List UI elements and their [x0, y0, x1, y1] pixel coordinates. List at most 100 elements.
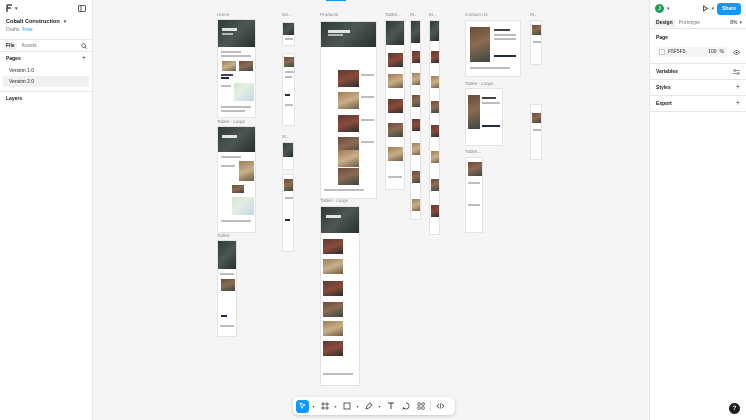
- code-icon: [436, 402, 445, 410]
- frame-label-tablet-2[interactable]: Tablet: [217, 233, 229, 238]
- left-panel-header: ▾: [0, 0, 92, 17]
- frame-mobile-1-long[interactable]: [282, 53, 295, 126]
- chevron-down-icon: ▾: [15, 5, 18, 12]
- frame-label-mobile-3[interactable]: M...: [429, 12, 437, 17]
- selection-indicator: [326, 0, 346, 1]
- frame-products[interactable]: [320, 21, 377, 199]
- fill-opacity[interactable]: 100: [708, 49, 716, 55]
- frame-label-contact[interactable]: Contact Us: [465, 12, 488, 17]
- frame-tablet-large-3[interactable]: [320, 206, 360, 386]
- zoom-level: 8%: [730, 19, 738, 26]
- actions-tool-button[interactable]: [414, 400, 427, 413]
- frame-tablet-large-2[interactable]: [217, 126, 256, 233]
- frame-label-home[interactable]: Home: [217, 12, 229, 17]
- frame-mobile-4-b[interactable]: [530, 104, 542, 160]
- bottom-toolbar: ▾ ▾ ▾ ▾: [293, 397, 455, 415]
- eye-icon[interactable]: [733, 49, 740, 55]
- pen-icon: [364, 402, 372, 410]
- sliders-icon[interactable]: [733, 68, 740, 75]
- chevron-down-icon[interactable]: ▾: [355, 404, 360, 409]
- text-tool-button[interactable]: [384, 400, 397, 413]
- tab-prototype[interactable]: Prototype: [677, 19, 702, 27]
- page-item-version-1[interactable]: Version 1.0: [3, 65, 89, 76]
- actions-icon: [416, 402, 425, 410]
- frame-tablet-2[interactable]: [217, 240, 237, 337]
- project-location-text[interactable]: Drafts: [6, 27, 19, 33]
- frame-icon: [320, 402, 329, 410]
- export-row[interactable]: Export +: [650, 96, 746, 112]
- main-menu-button[interactable]: ▾: [6, 4, 18, 13]
- frame-mobile-2[interactable]: [410, 20, 421, 220]
- frame-tablet-1[interactable]: [385, 20, 405, 190]
- move-tool-button[interactable]: [296, 399, 309, 413]
- project-location: Drafts Free: [6, 27, 86, 33]
- frame-mobile-4[interactable]: [530, 20, 542, 65]
- frame-label-tablet-3[interactable]: Tablet...: [465, 149, 481, 154]
- chevron-down-icon: ▾: [739, 19, 742, 26]
- variables-label: Variables: [656, 68, 678, 75]
- add-style-icon[interactable]: +: [736, 84, 740, 91]
- frame-mobile-3[interactable]: [429, 20, 440, 235]
- frame-mobile-5[interactable]: [282, 142, 294, 170]
- frame-label-tablet-large-2[interactable]: Tablet - Large: [217, 119, 245, 124]
- chevron-down-icon[interactable]: ▾: [333, 404, 338, 409]
- layers-title: Layers: [6, 95, 23, 102]
- page-item-version-2[interactable]: Version 2.0: [3, 76, 89, 87]
- plan-badge[interactable]: Free: [22, 27, 32, 33]
- chevron-down-icon[interactable]: ▾: [377, 404, 382, 409]
- frame-label-tablet-large-1[interactable]: Tablet - Large: [465, 81, 493, 86]
- figma-menu-icon: [6, 4, 12, 12]
- frame-tool-button[interactable]: [318, 400, 331, 413]
- tab-assets[interactable]: Assets: [20, 42, 39, 50]
- frame-contact[interactable]: [465, 20, 521, 77]
- page-section: Page F5F5F5 100 %: [650, 29, 746, 64]
- frame-label-mobile-5[interactable]: M...: [282, 134, 290, 139]
- page-fill-field[interactable]: F5F5F5 100 %: [656, 47, 727, 57]
- fill-swatch[interactable]: [659, 49, 665, 55]
- pages-header: Pages +: [0, 52, 92, 65]
- frame-label-tablet-1[interactable]: Tablet...: [385, 12, 401, 17]
- frame-label-mobile-1[interactable]: Mo...: [282, 12, 292, 17]
- add-page-icon[interactable]: +: [82, 55, 86, 62]
- chevron-down-icon[interactable]: ▾: [712, 6, 715, 12]
- frame-tablet-3[interactable]: [465, 157, 483, 233]
- chevron-down-icon: ▾: [63, 19, 67, 25]
- add-export-icon[interactable]: +: [736, 100, 740, 107]
- rectangle-icon: [343, 402, 350, 410]
- help-button[interactable]: ?: [729, 403, 740, 414]
- tab-design[interactable]: Design: [654, 18, 675, 27]
- frame-label-tablet-large-3[interactable]: Tablet - Large: [320, 198, 348, 203]
- frame-label-mobile-2[interactable]: M...: [410, 12, 418, 17]
- styles-row[interactable]: Styles +: [650, 80, 746, 96]
- design-canvas[interactable]: Home Mo... Products Tablet... M... M... …: [93, 0, 649, 420]
- right-panel-header: J ▾ ▾ Share: [650, 0, 746, 17]
- share-button[interactable]: Share: [717, 2, 741, 15]
- frame-label-mobile-4[interactable]: M...: [530, 12, 538, 17]
- frame-tablet-large-1[interactable]: [465, 88, 503, 146]
- fill-hex[interactable]: F5F5F5: [668, 49, 686, 55]
- toolbar-divider: [430, 401, 431, 411]
- frame-mobile-5-long[interactable]: [282, 174, 294, 252]
- dev-mode-button[interactable]: [434, 400, 447, 413]
- left-panel-tabs: File Assets: [0, 39, 92, 52]
- avatar[interactable]: J: [655, 4, 664, 13]
- frame-mobile-1[interactable]: [282, 22, 295, 46]
- tab-file[interactable]: File: [4, 41, 17, 50]
- pen-tool-button[interactable]: [362, 400, 375, 413]
- right-panel: J ▾ ▾ Share Design Prototype 8% ▾ Page F5…: [649, 0, 746, 420]
- styles-label: Styles: [656, 84, 671, 91]
- chevron-down-icon[interactable]: ▾: [311, 404, 316, 409]
- toggle-sidebar-icon[interactable]: [78, 5, 86, 12]
- cursor-icon: [298, 402, 306, 409]
- frame-label-products[interactable]: Products: [320, 12, 338, 17]
- play-icon[interactable]: [702, 5, 709, 12]
- comment-tool-button[interactable]: [399, 400, 412, 413]
- export-label: Export: [656, 100, 672, 107]
- variables-row[interactable]: Variables: [650, 64, 746, 80]
- zoom-control[interactable]: 8% ▾: [730, 20, 742, 26]
- chevron-down-icon[interactable]: ▾: [667, 6, 670, 12]
- frame-home[interactable]: [217, 19, 256, 118]
- search-icon[interactable]: [81, 43, 87, 49]
- shape-tool-button[interactable]: [340, 400, 353, 413]
- project-name[interactable]: Cobalt Construction ▾: [6, 19, 86, 25]
